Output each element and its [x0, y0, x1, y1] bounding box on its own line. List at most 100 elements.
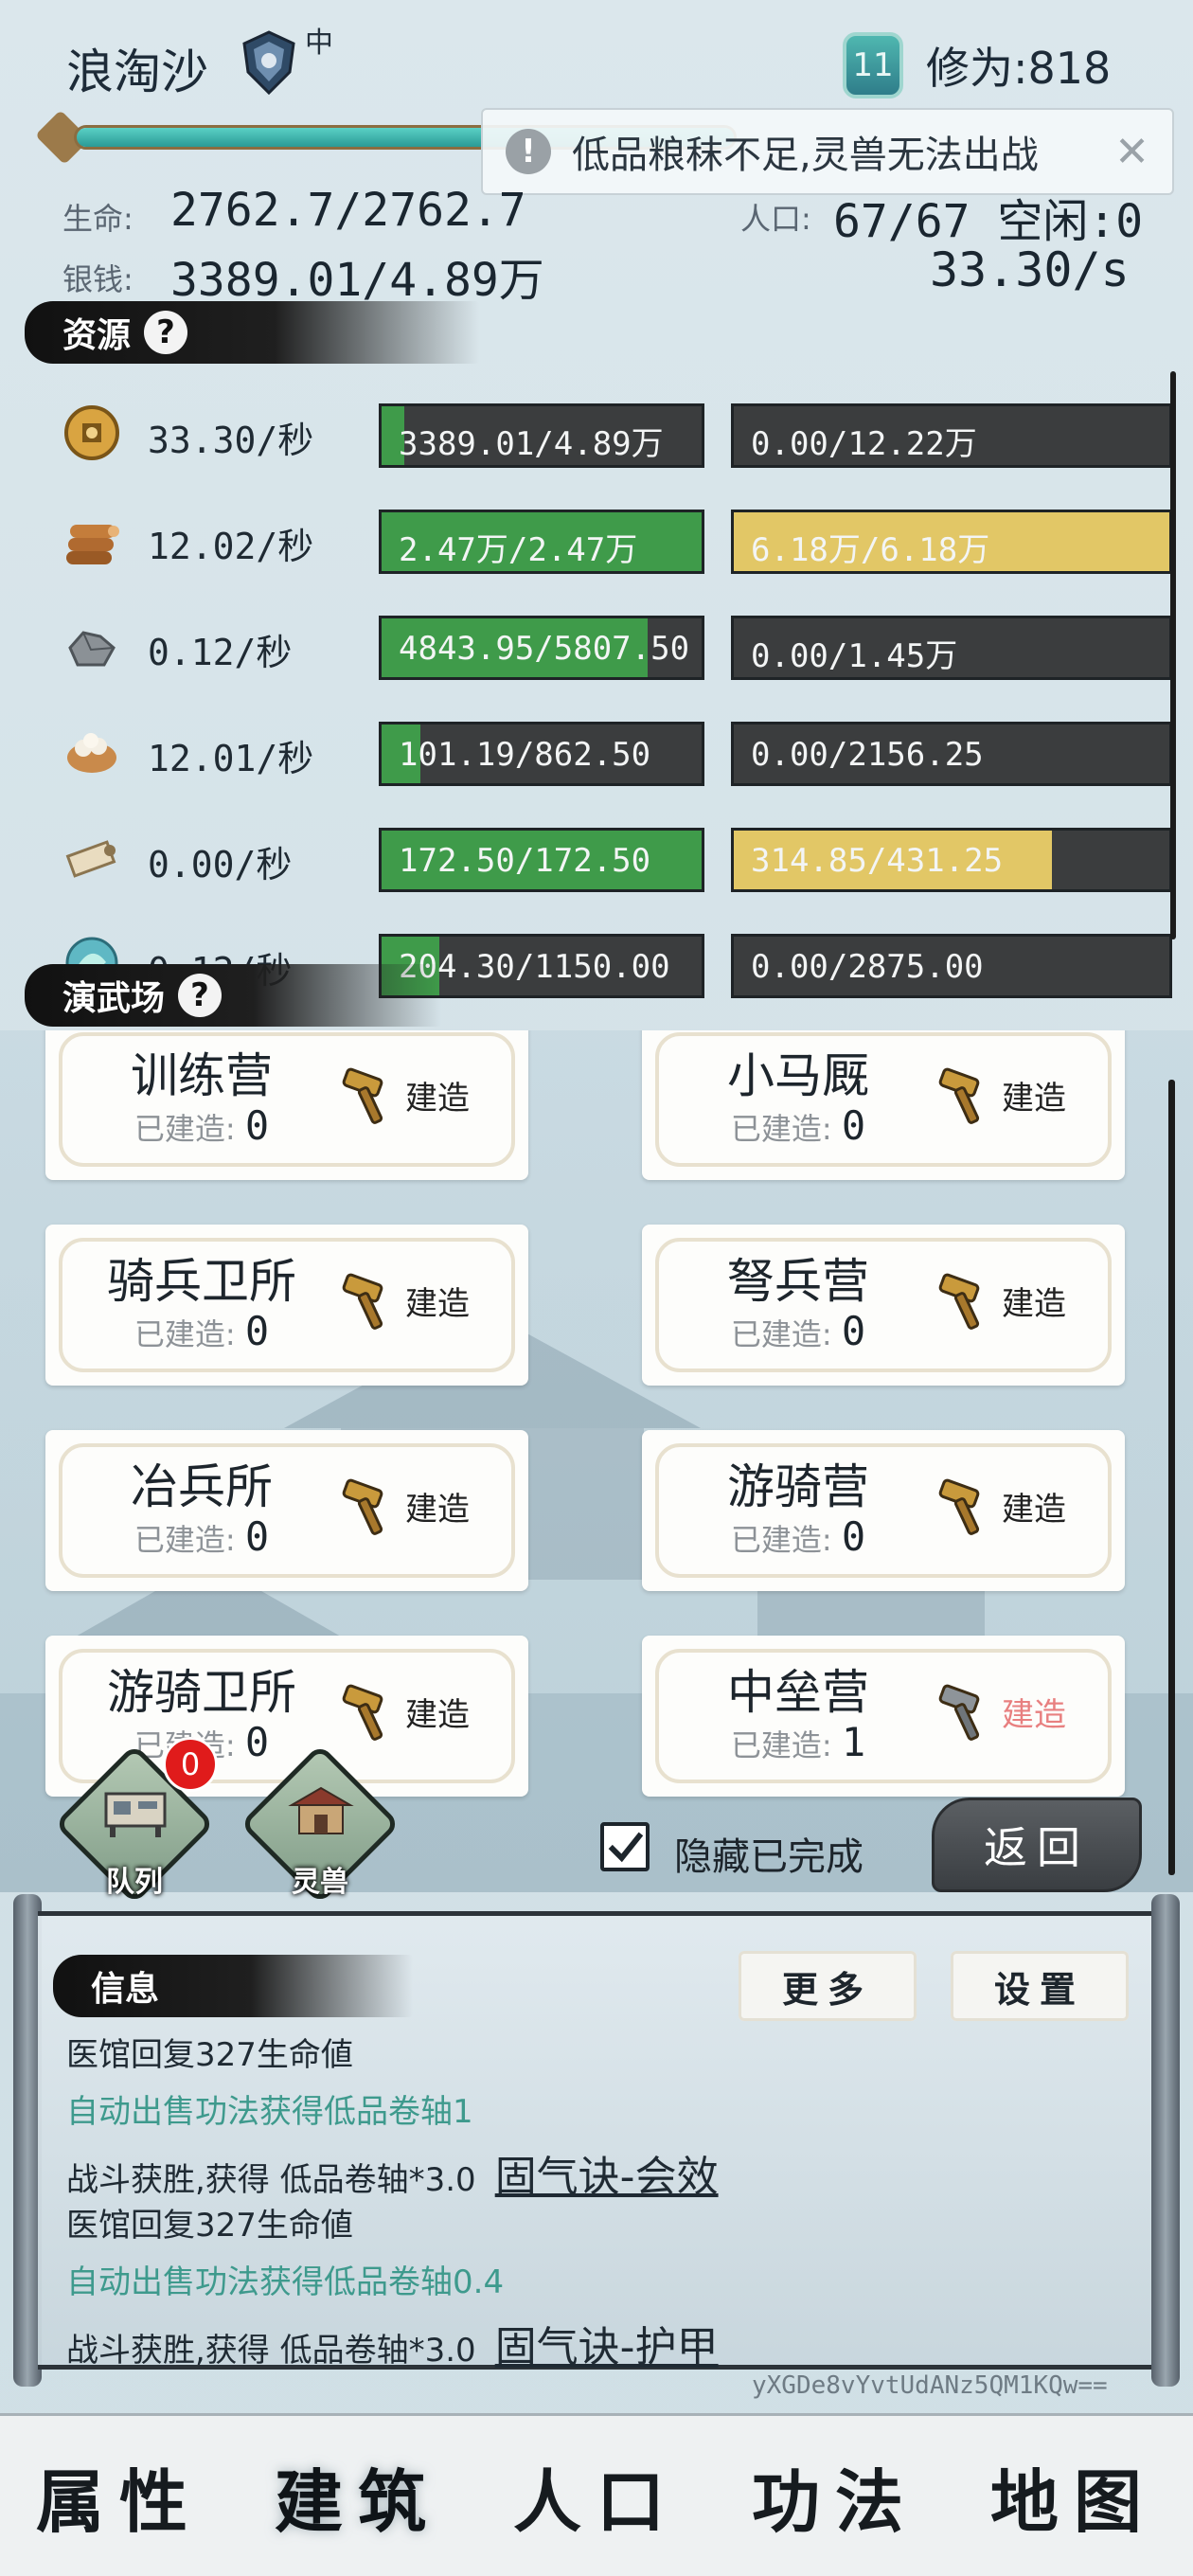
resource-storage-bar: 3389.01/4.89万	[379, 403, 704, 468]
coin-icon	[64, 405, 119, 460]
build-button[interactable]: 建造	[405, 1483, 470, 1530]
building-name: 小马厩	[727, 1048, 869, 1103]
resource-warehouse-bar: 314.85/431.25	[731, 828, 1172, 892]
nav-attributes[interactable]: 属性	[36, 2446, 203, 2546]
nav-buildings[interactable]: 建筑	[275, 2446, 441, 2546]
building-card[interactable]: 小马厩 已建造: 0 建造	[642, 1030, 1125, 1180]
resource-storage-bar: 101.19/862.50	[379, 722, 704, 786]
checkmark-icon	[608, 1832, 644, 1863]
building-built-count: 已建造: 1	[730, 1719, 866, 1765]
silver-rate: 33.30/s	[930, 242, 1130, 297]
resource-rate: 12.02/秒	[148, 526, 314, 567]
info-title: 信息	[91, 1969, 160, 2009]
building-built-count: 已建造: 0	[134, 1513, 270, 1560]
alert-icon: !	[506, 129, 551, 174]
log-line: 战斗获胜,获得 低品卷轴*3.0 固气诀-护甲	[66, 2313, 719, 2373]
resource-row: 33.30/秒 3389.01/4.89万 0.00/12.22万	[62, 398, 1172, 468]
technique-link[interactable]: 固气诀-会效	[495, 2153, 719, 2201]
population-label: 人口:	[740, 201, 811, 237]
resource-rate: 12.01/秒	[148, 738, 314, 779]
build-button[interactable]: 建造	[1002, 1278, 1066, 1324]
scroll-icon	[65, 840, 116, 878]
session-hash: yXGDe8vYvtUdANz5QM1KQw==	[752, 2371, 1108, 2400]
build-button[interactable]: 建造	[1002, 1072, 1066, 1118]
building-card[interactable]: 弩兵营 已建造: 0 建造	[642, 1225, 1125, 1386]
log-line: 医馆回复327生命値	[66, 2199, 353, 2245]
hide-completed-checkbox[interactable]	[600, 1822, 650, 1871]
log-text: 战斗获胜,获得 低品卷轴*3.0	[66, 2332, 476, 2370]
nav-population[interactable]: 人口	[513, 2446, 680, 2546]
nav-techniques[interactable]: 功法	[752, 2446, 918, 2546]
resources-section-header: 资源 ?	[25, 301, 479, 364]
resource-rate: 0.00/秒	[148, 844, 293, 886]
pavilion-icon	[288, 1786, 354, 1834]
building-built-count: 已建造: 0	[730, 1308, 866, 1354]
resource-row: 0.12/秒 4843.95/5807.50 0.00/1.45万	[62, 610, 1172, 680]
hammer-icon	[938, 1273, 980, 1330]
building-name: 冶兵所	[131, 1459, 273, 1514]
building-built-count: 已建造: 0	[134, 1102, 270, 1149]
log-text: 自动出售功法获得低品卷轴0.4	[66, 2263, 505, 2301]
resource-warehouse-bar: 0.00/1.45万	[731, 616, 1172, 680]
life-label: 生命:	[62, 201, 134, 237]
spirit-beast-button[interactable]: 灵兽	[240, 1744, 401, 1905]
arena-scrollbar[interactable]	[1168, 1080, 1175, 1875]
queue-count-badge: 0	[163, 1737, 218, 1792]
hammer-icon	[938, 1684, 980, 1741]
arena-title: 演武场	[62, 978, 166, 1018]
rank-shield-icon[interactable]	[239, 28, 299, 97]
building-name: 中垒营	[727, 1665, 869, 1720]
grain-bowl-icon	[67, 733, 116, 773]
player-name: 浪淘沙	[66, 45, 208, 99]
build-button[interactable]: 建造	[1002, 1689, 1066, 1735]
silver-value: 3389.01/4.89万	[170, 254, 544, 307]
bottom-navigation: 属性 建筑 人口 功法 地图	[0, 2413, 1193, 2576]
resource-warehouse-text: 0.00/2875.00	[751, 948, 984, 986]
log-text: 医馆回复327生命値	[66, 2036, 353, 2074]
building-card[interactable]: 冶兵所 已建造: 0 建造	[45, 1430, 528, 1591]
log-line: 医馆回复327生命値	[66, 2029, 353, 2075]
population-value: 67/67 空闲:0	[833, 195, 1144, 248]
build-button[interactable]: 建造	[405, 1072, 470, 1118]
level-badge: 11	[843, 32, 903, 98]
resource-warehouse-text: 314.85/431.25	[751, 842, 1004, 880]
log-line: 战斗获胜,获得 低品卷轴*3.0 固气诀-会效	[66, 2142, 719, 2203]
building-card[interactable]: 游骑营 已建造: 0 建造	[642, 1430, 1125, 1591]
building-card[interactable]: 训练营 已建造: 0 建造	[45, 1030, 528, 1180]
hammer-icon	[342, 1067, 383, 1124]
resource-storage-text: 101.19/862.50	[399, 736, 651, 774]
settings-button[interactable]: 设置	[951, 1951, 1129, 2021]
rank-label: 中	[305, 27, 333, 60]
resource-storage-bar: 4843.95/5807.50	[379, 616, 704, 680]
back-button[interactable]: 返回	[932, 1798, 1142, 1892]
hammer-icon	[938, 1478, 980, 1535]
technique-link[interactable]: 固气诀-护甲	[495, 2323, 719, 2371]
help-icon[interactable]: ?	[144, 311, 188, 354]
resource-storage-text: 3389.01/4.89万	[399, 425, 664, 463]
building-built-count: 已建造: 0	[134, 1308, 270, 1354]
close-icon[interactable]: ✕	[1114, 128, 1149, 176]
resource-warehouse-bar: 0.00/2875.00	[731, 934, 1172, 998]
resources-scrollbar[interactable]	[1170, 371, 1176, 939]
log-line: 自动出售功法获得低品卷轴0.4	[66, 2256, 504, 2302]
build-button[interactable]: 建造	[405, 1278, 470, 1324]
info-section-header: 信息	[53, 1955, 413, 2017]
hide-completed-label[interactable]: 隐藏已完成	[674, 1826, 864, 1881]
resource-row: 0.00/秒 172.50/172.50 314.85/431.25	[62, 822, 1172, 892]
help-icon[interactable]: ?	[178, 974, 223, 1017]
nav-map[interactable]: 地图	[990, 2446, 1157, 2546]
hammer-icon	[342, 1273, 383, 1330]
building-card[interactable]: 骑兵卫所 已建造: 0 建造	[45, 1225, 528, 1386]
toast-text: 低品粮秣不足,灵兽无法出战	[572, 134, 1039, 177]
resource-storage-text: 172.50/172.50	[399, 842, 651, 880]
build-button[interactable]: 建造	[1002, 1483, 1066, 1530]
resource-row: 12.01/秒 101.19/862.50 0.00/2156.25	[62, 716, 1172, 786]
resource-warehouse-bar: 0.00/2156.25	[731, 722, 1172, 786]
building-name: 训练营	[131, 1048, 273, 1103]
more-button[interactable]: 更多	[739, 1951, 917, 2021]
resource-warehouse-text: 0.00/1.45万	[751, 637, 958, 675]
build-button[interactable]: 建造	[405, 1689, 470, 1735]
hammer-icon	[342, 1478, 383, 1535]
building-card[interactable]: 中垒营 已建造: 1 建造	[642, 1636, 1125, 1797]
building-built-count: 已建造: 0	[730, 1102, 866, 1149]
